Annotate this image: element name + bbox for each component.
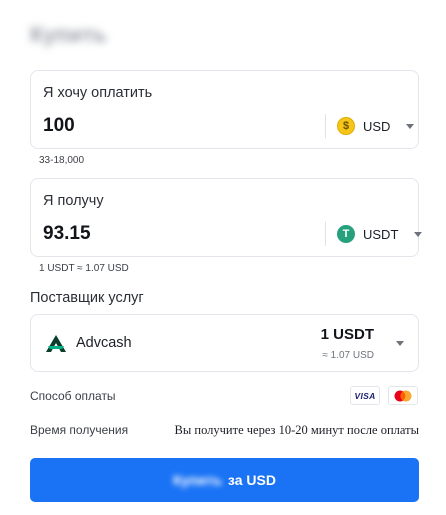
receipt-time-label: Время получения xyxy=(30,423,129,437)
buy-button-prefix: Купить xyxy=(173,472,222,488)
provider-rate: ≈ 1.07 USD xyxy=(322,350,374,361)
receive-currency-select[interactable]: T USDT xyxy=(337,221,423,247)
page-title: Купить xyxy=(30,22,107,47)
chevron-down-icon xyxy=(406,123,415,129)
provider-amount: 1 USDT xyxy=(320,326,374,343)
mastercard-logo xyxy=(394,390,412,401)
receipt-time-value: Вы получите через 10-20 минут после опла… xyxy=(174,423,419,437)
provider-section-label: Поставщик услуг xyxy=(30,290,144,306)
provider-name: Advcash xyxy=(76,335,132,351)
receive-label: Я получу xyxy=(43,193,104,209)
tether-icon: T xyxy=(337,225,355,243)
pay-amount-input[interactable]: 100 xyxy=(43,115,75,137)
pay-label: Я хочу оплатить xyxy=(43,85,153,101)
receive-amount-card: Я получу 93.15 T USDT xyxy=(30,178,423,257)
pay-currency-label: USD xyxy=(363,118,391,134)
divider xyxy=(325,114,326,138)
receive-currency-label: USDT xyxy=(363,226,399,242)
visa-icon: VISA xyxy=(350,386,380,405)
dollar-coin-icon: $ xyxy=(337,117,355,135)
pay-limits: 33-18,000 xyxy=(39,155,85,166)
advcash-logo-icon xyxy=(46,335,66,352)
buy-button[interactable]: Купить за USD xyxy=(30,458,419,502)
mastercard-icon xyxy=(388,386,418,405)
receive-amount-input[interactable]: 93.15 xyxy=(43,223,91,245)
chevron-down-icon xyxy=(414,231,423,237)
pay-amount-card: Я хочу оплатить 100 $ USD xyxy=(30,70,419,149)
provider-select[interactable]: Advcash 1 USDT ≈ 1.07 USD xyxy=(30,314,419,372)
visa-text: VISA xyxy=(354,390,376,401)
divider xyxy=(325,222,326,246)
payment-method-label: Способ оплаты xyxy=(30,389,116,403)
exchange-rate: 1 USDT ≈ 1.07 USD xyxy=(39,263,129,274)
chevron-down-icon xyxy=(396,341,404,346)
payment-method-icons: VISA xyxy=(350,386,418,405)
pay-currency-select[interactable]: $ USD xyxy=(337,113,415,139)
buy-button-suffix: за USD xyxy=(227,472,276,488)
